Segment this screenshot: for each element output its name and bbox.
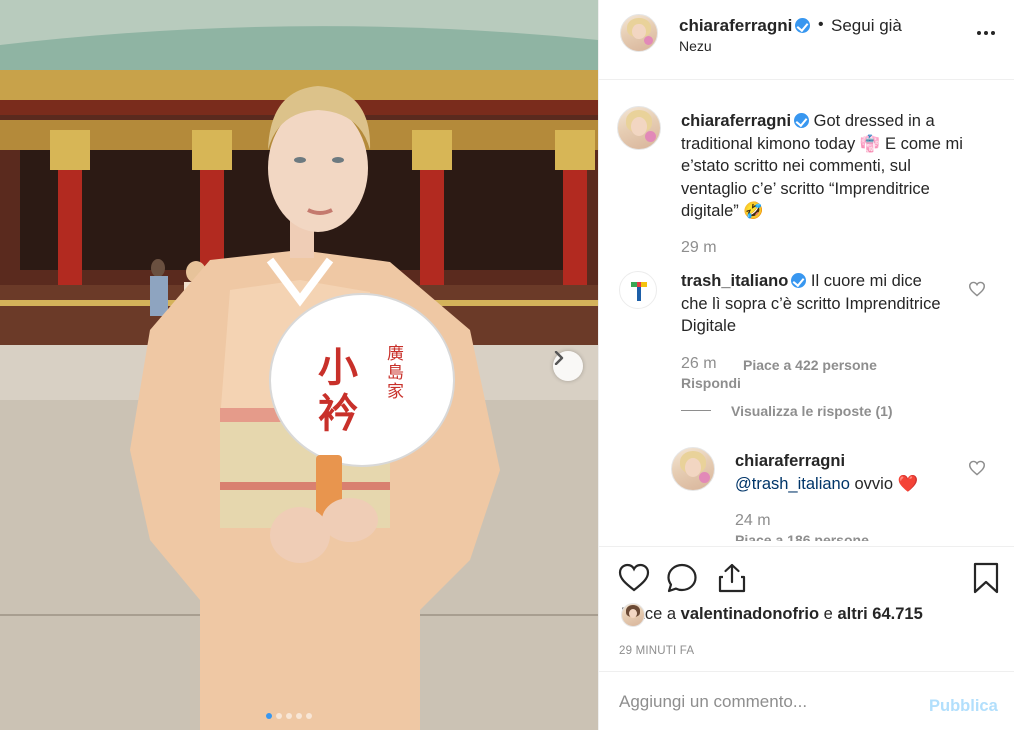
reply-mention-link[interactable]: @trash_italiano bbox=[735, 475, 850, 493]
carousel-dot-5 bbox=[306, 713, 312, 719]
comment-time[interactable]: 26 m bbox=[681, 355, 717, 373]
fan-calligraphy-main: 小衿 bbox=[318, 344, 358, 437]
location-link[interactable]: Nezu bbox=[679, 38, 712, 54]
add-comment-bar: Pubblica bbox=[599, 671, 1014, 730]
header-bullet: • bbox=[818, 16, 824, 33]
carousel-dot-3 bbox=[286, 713, 292, 719]
header-username[interactable]: chiaraferragni bbox=[679, 16, 811, 36]
follow-status-button[interactable]: Segui già bbox=[831, 16, 902, 36]
verified-badge-icon bbox=[791, 273, 807, 288]
kimono-photo-illustration bbox=[0, 0, 598, 730]
reply-like-heart-icon[interactable] bbox=[968, 460, 986, 476]
more-options-button[interactable] bbox=[975, 22, 997, 44]
likes-text: Piace a valentinadonofrio e altri 64.715 bbox=[621, 605, 923, 624]
reply: chiaraferragni @trash_italiano ovvio ❤️ bbox=[735, 450, 965, 495]
action-bar: Piace a valentinadonofrio e altri 64.715… bbox=[599, 546, 1014, 670]
reply-text: ovvio ❤️ bbox=[854, 474, 919, 493]
view-replies-button[interactable]: Visualizza le risposte (1) bbox=[731, 403, 893, 419]
reply-avatar[interactable] bbox=[671, 447, 715, 491]
comments-list[interactable]: chiaraferragni Got dressed in a traditio… bbox=[599, 81, 1014, 541]
caption: chiaraferragni Got dressed in a traditio… bbox=[681, 110, 981, 223]
reply-button[interactable]: Rispondi bbox=[681, 375, 741, 391]
post-details-panel: chiaraferragni • Segui già Nezu chiarafe… bbox=[598, 0, 1014, 730]
view-replies-divider bbox=[681, 410, 711, 411]
bookmark-icon[interactable] bbox=[969, 561, 1003, 595]
carousel-dot-1 bbox=[266, 713, 272, 719]
carousel-indicator bbox=[266, 713, 312, 719]
publish-button[interactable]: Pubblica bbox=[929, 697, 998, 716]
likes-mid: e bbox=[823, 605, 833, 623]
carousel-dot-4 bbox=[296, 713, 302, 719]
comment-like-heart-icon[interactable] bbox=[968, 281, 986, 297]
post-header: chiaraferragni • Segui già Nezu bbox=[599, 0, 1014, 80]
comment-username[interactable]: trash_italiano bbox=[681, 272, 788, 290]
reply-username[interactable]: chiaraferragni bbox=[735, 452, 845, 470]
comment-input[interactable] bbox=[619, 690, 909, 714]
reply-likes-count[interactable]: Piace a 186 persone bbox=[735, 532, 869, 541]
liker-avatar[interactable] bbox=[621, 602, 645, 627]
comment: trash_italiano Il cuore mi dice che lì s… bbox=[681, 270, 951, 338]
likes-summary: Piace a valentinadonofrio e altri 64.715 bbox=[621, 602, 923, 627]
carousel-dot-2 bbox=[276, 713, 282, 719]
like-heart-icon[interactable] bbox=[617, 561, 651, 595]
comment-avatar[interactable] bbox=[619, 271, 657, 309]
likes-user-link[interactable]: valentinadonofrio bbox=[681, 605, 819, 623]
caption-username[interactable]: chiaraferragni bbox=[681, 112, 791, 130]
verified-badge-icon bbox=[795, 18, 811, 33]
header-username-text[interactable]: chiaraferragni bbox=[679, 16, 792, 35]
share-icon[interactable] bbox=[715, 561, 749, 595]
post-timestamp[interactable]: 29 MINUTI FA bbox=[619, 645, 694, 657]
more-dots-icon bbox=[977, 31, 981, 35]
avatar[interactable] bbox=[620, 14, 658, 52]
chevron-right-icon bbox=[554, 351, 564, 365]
trash-italiano-logo-icon bbox=[631, 282, 647, 301]
reply-time[interactable]: 24 m bbox=[735, 512, 771, 530]
caption-avatar[interactable] bbox=[617, 106, 661, 150]
post-photo[interactable]: 小衿 廣島家 bbox=[0, 0, 598, 730]
comment-likes-count[interactable]: Piace a 422 persone bbox=[743, 357, 877, 373]
caption-time[interactable]: 29 m bbox=[681, 239, 717, 257]
likes-others-link[interactable]: altri 64.715 bbox=[837, 605, 922, 623]
carousel-next-button[interactable] bbox=[553, 351, 583, 381]
fan-calligraphy-side: 廣島家 bbox=[387, 344, 404, 402]
comment-icon[interactable] bbox=[665, 561, 699, 595]
verified-badge-icon bbox=[794, 113, 810, 128]
